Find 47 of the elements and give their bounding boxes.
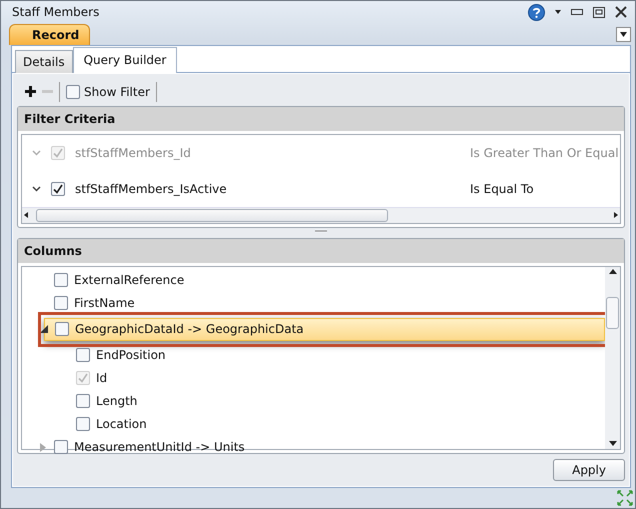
minimize-icon[interactable] xyxy=(571,9,583,16)
horizontal-scrollbar[interactable] xyxy=(22,206,620,223)
splitter-handle[interactable] xyxy=(315,230,327,234)
checkbox[interactable] xyxy=(76,348,90,362)
field-name: stfStaffMembers_IsActive xyxy=(75,182,228,196)
tree-item[interactable]: ExternalReference xyxy=(44,268,605,292)
checkbox[interactable] xyxy=(54,296,68,310)
maximize-icon[interactable] xyxy=(593,6,605,18)
tree-item[interactable]: FirstName xyxy=(44,292,605,315)
close-icon[interactable] xyxy=(615,6,627,18)
scroll-thumb[interactable] xyxy=(606,296,619,329)
help-icon[interactable] xyxy=(528,4,545,21)
tree-item[interactable]: Location xyxy=(66,412,605,436)
record-tab[interactable]: Record xyxy=(9,24,90,45)
dropdown-arrow-icon xyxy=(620,32,627,37)
chevron-down-icon[interactable] xyxy=(32,186,41,192)
tree-item[interactable]: MeasurementUnitId -> Units xyxy=(44,436,605,459)
dropdown-button[interactable] xyxy=(616,26,631,42)
checkbox[interactable] xyxy=(76,417,90,432)
operator-label: Is Greater Than Or Equal xyxy=(470,146,620,160)
operator-label: Is Equal To xyxy=(470,182,535,196)
apply-button[interactable]: Apply xyxy=(553,458,625,481)
panel-header: Filter Criteria xyxy=(18,106,624,131)
tree-item[interactable]: EndPosition xyxy=(66,344,605,367)
vertical-scrollbar[interactable] xyxy=(605,266,620,449)
field-name: stfStaffMembers_Id xyxy=(75,146,192,160)
tab[interactable]: Query Builder xyxy=(72,46,178,73)
tab[interactable]: Details xyxy=(15,50,73,73)
scroll-down-arrow-icon[interactable] xyxy=(608,440,616,447)
checkbox[interactable] xyxy=(66,84,80,99)
collapsed-triangle-icon[interactable] xyxy=(40,442,46,452)
resize-icon[interactable] xyxy=(617,490,633,506)
scroll-up-arrow-icon[interactable] xyxy=(608,268,616,275)
window-title: Staff Members xyxy=(12,5,100,20)
tree-item[interactable]: Length xyxy=(66,390,605,413)
panel-header: Columns xyxy=(18,238,624,263)
plus-icon xyxy=(25,86,36,98)
checkbox[interactable] xyxy=(76,394,90,408)
checkbox[interactable] xyxy=(51,182,65,196)
add-button[interactable] xyxy=(25,86,36,98)
expanded-triangle-icon[interactable] xyxy=(40,325,48,334)
scroll-thumb[interactable] xyxy=(36,208,388,222)
checkbox[interactable] xyxy=(55,322,69,336)
checkbox[interactable] xyxy=(54,440,68,454)
checkbox[interactable] xyxy=(54,273,68,288)
dropdown-arrow-icon[interactable] xyxy=(555,10,561,14)
show-filter-label: Show Filter xyxy=(84,84,150,99)
